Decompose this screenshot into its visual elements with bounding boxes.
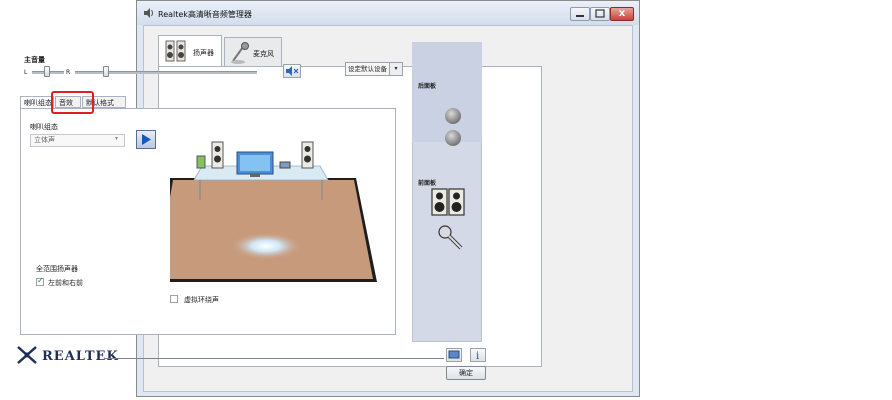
headphone-jack-speaker-icon[interactable] <box>431 188 465 216</box>
tab-speaker-label: 扬声器 <box>193 49 214 57</box>
balance-left-label: L <box>24 69 28 76</box>
balance-slider-thumb[interactable] <box>44 66 50 77</box>
tab-microphone[interactable]: 麦克风 <box>224 37 282 67</box>
speaker-mute-icon <box>286 66 299 76</box>
window-title: Realtek高清晰音频管理器 <box>158 10 252 19</box>
monitor-icon <box>448 350 460 359</box>
speaker-icon <box>144 8 153 18</box>
balance-right-label: R <box>66 69 71 76</box>
ok-button[interactable]: 确定 <box>446 366 486 380</box>
chevron-down-icon[interactable]: ▾ <box>389 63 402 75</box>
brand-logo-text: REALTEK <box>42 349 119 364</box>
rear-jack-2[interactable] <box>445 130 461 146</box>
speaker-config-label: 喇叭组态 <box>30 123 58 131</box>
device-info-button[interactable] <box>446 348 462 362</box>
checkmark-icon: ✓ <box>37 276 44 285</box>
close-button[interactable]: x <box>610 7 634 21</box>
svg-text:i: i <box>476 351 479 361</box>
speaker-room-illustration <box>170 141 377 282</box>
play-icon <box>142 134 151 145</box>
virtual-surround-checkbox[interactable] <box>170 295 178 303</box>
realtek-logo-icon <box>17 346 37 364</box>
default-device-label: 设定默认设备 <box>348 65 387 73</box>
minimize-icon <box>576 15 584 17</box>
virtual-surround-label: 虚拟环绕声 <box>184 296 219 304</box>
info-icon: i <box>476 351 479 362</box>
mute-button[interactable] <box>283 64 301 78</box>
chevron-down-icon: ▾ <box>115 135 119 142</box>
close-icon: x <box>618 8 626 19</box>
maximize-button[interactable] <box>590 7 610 21</box>
master-volume-label: 主音量 <box>24 56 45 64</box>
maximize-icon <box>595 9 605 18</box>
fullrange-speaker-label: 全范围扬声器 <box>36 265 78 273</box>
rear-panel-section <box>412 42 482 142</box>
speaker-config-select[interactable]: 立体声 <box>30 134 125 147</box>
speaker-icon <box>165 40 186 62</box>
play-test-button[interactable] <box>136 130 156 149</box>
annotation-highlight <box>51 91 94 114</box>
microphone-icon <box>231 42 249 64</box>
tab-speaker[interactable]: 扬声器 <box>158 35 222 67</box>
rear-jack-1[interactable] <box>445 108 461 124</box>
title-bar: Realtek高清晰音频管理器 x <box>137 1 639 25</box>
divider <box>104 358 444 359</box>
tab-microphone-label: 麦克风 <box>253 50 274 58</box>
front-microphone-icon[interactable] <box>437 224 467 252</box>
front-left-right-label: 左前和右前 <box>48 279 83 287</box>
minimize-button[interactable] <box>570 7 590 21</box>
rear-panel-label: 后面板 <box>418 83 437 90</box>
volume-slider-thumb[interactable] <box>103 66 109 77</box>
front-panel-label: 前面板 <box>418 180 437 187</box>
info-button[interactable]: i <box>470 348 486 362</box>
